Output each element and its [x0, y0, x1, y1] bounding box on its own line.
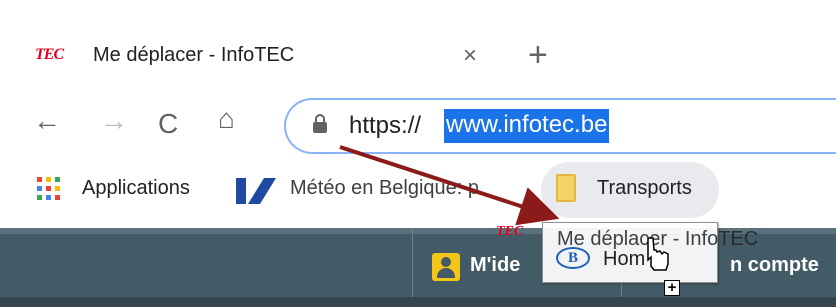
- drag-cursor-icon: [647, 237, 669, 271]
- browser-window: TEC Me déplacer - InfoTEC × + ← → C ⌂ ht…: [0, 0, 836, 307]
- lock-icon[interactable]: [313, 114, 327, 134]
- drag-ghost-home-label: Hom: [603, 248, 646, 270]
- tab-title: Me déplacer - InfoTEC: [93, 44, 295, 66]
- bookmark-transports-label[interactable]: Transports: [597, 177, 692, 200]
- new-tab-button[interactable]: +: [528, 38, 548, 72]
- url-host-selected[interactable]: www.infotec.be: [444, 109, 610, 143]
- forward-button[interactable]: →: [100, 107, 128, 135]
- tec-logo-icon: TEC: [496, 224, 524, 239]
- apps-grid-icon[interactable]: [37, 177, 61, 201]
- url-scheme: https://: [349, 112, 422, 139]
- meteo-logo-icon: [236, 178, 276, 204]
- copy-plus-icon: +: [664, 280, 680, 296]
- login-link[interactable]: M'ide: [470, 254, 520, 277]
- home-button[interactable]: ⌂: [218, 105, 235, 133]
- back-button[interactable]: ←: [33, 107, 61, 135]
- create-account-link[interactable]: n compte: [730, 254, 819, 277]
- header-divider: [412, 228, 413, 298]
- bookmark-applications[interactable]: Applications: [82, 177, 190, 200]
- folder-icon: [556, 174, 576, 202]
- reload-button[interactable]: C: [158, 110, 178, 138]
- bookmark-fade: [470, 170, 540, 204]
- tab-close-icon[interactable]: ×: [458, 42, 482, 70]
- tec-favicon-icon: TEC: [35, 46, 64, 63]
- header-bottom-strip: [0, 297, 836, 307]
- user-icon[interactable]: [432, 253, 460, 281]
- sncb-logo-icon: B: [556, 247, 590, 269]
